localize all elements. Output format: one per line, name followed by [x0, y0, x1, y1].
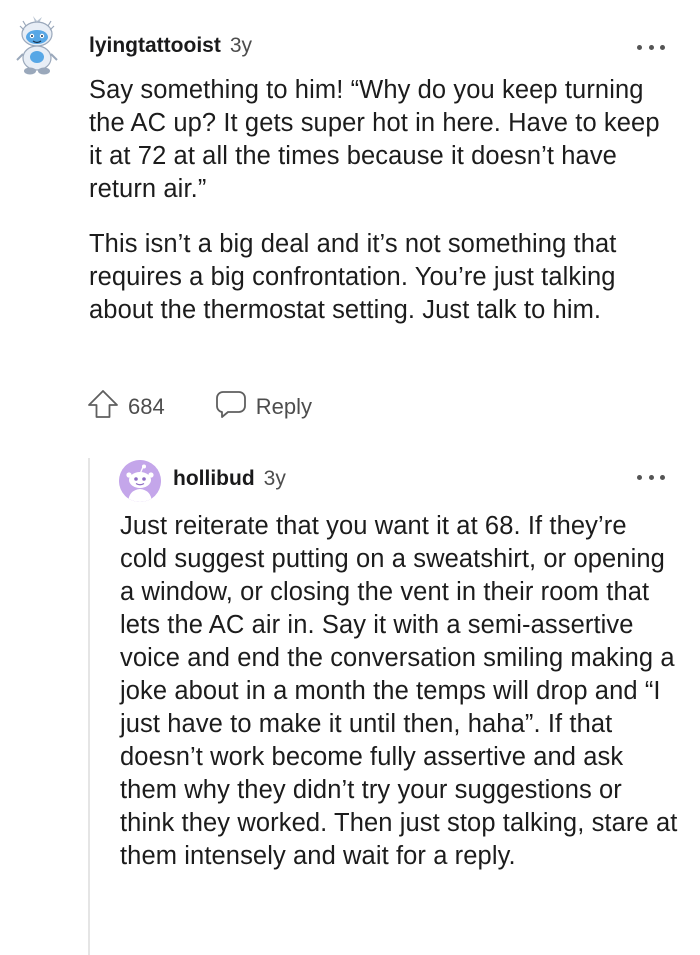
comment-paragraph: Just reiterate that you want it at 68. I…	[120, 512, 678, 870]
username-link[interactable]: lyingtattooist	[89, 34, 221, 58]
default-snoo-avatar-icon[interactable]	[119, 460, 161, 502]
upvote-button[interactable]: 684	[86, 387, 165, 426]
comment-body: Say something to him! “Why do you keep t…	[89, 74, 679, 327]
comment-header: hollibud 3y	[173, 467, 286, 491]
reply-label: Reply	[255, 393, 312, 419]
more-options-icon[interactable]	[637, 472, 665, 482]
comment-paragraph: This isn’t a big deal and it’s not somet…	[89, 230, 617, 324]
thread-line[interactable]	[88, 458, 90, 955]
comment-body: Just reiterate that you want it at 68. I…	[120, 510, 680, 873]
comment-header: lyingtattooist 3y	[89, 34, 252, 58]
upvote-arrow-icon[interactable]	[86, 387, 120, 426]
yeti-snoo-avatar-icon[interactable]	[14, 16, 60, 76]
vote-count: 684	[128, 393, 165, 419]
comment-paragraph: Say something to him! “Why do you keep t…	[89, 76, 660, 203]
speech-bubble-icon	[215, 388, 247, 425]
comment-age: 3y	[263, 467, 286, 490]
comment-actions: 684 Reply	[86, 387, 312, 426]
username-link[interactable]: hollibud	[173, 467, 255, 491]
more-options-icon[interactable]	[637, 42, 665, 52]
comment-age: 3y	[229, 34, 253, 57]
reply-button[interactable]: Reply	[215, 388, 312, 425]
